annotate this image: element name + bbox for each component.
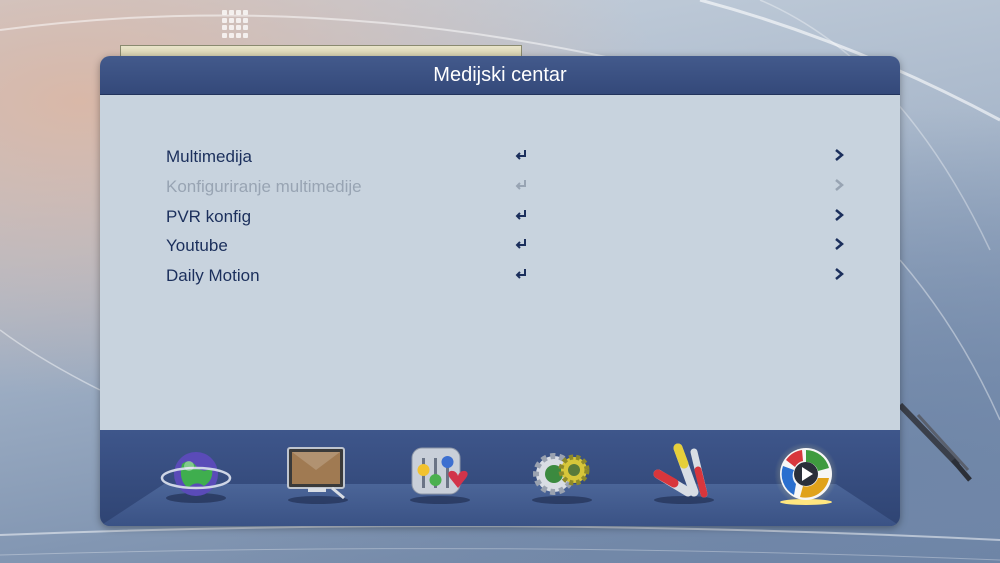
menu-item-label: Multimedija bbox=[166, 147, 252, 166]
chevron-right-icon bbox=[835, 149, 844, 161]
gears-icon bbox=[532, 453, 592, 504]
menu-item-label: Daily Motion bbox=[166, 266, 260, 285]
chevron-right-icon bbox=[835, 268, 844, 280]
category-tv[interactable] bbox=[278, 440, 358, 510]
menu-list: Multimedija Konfiguriranje multimedije P… bbox=[100, 95, 900, 431]
menu-item-pvr-konfig[interactable]: PVR konfig bbox=[100, 202, 900, 232]
media-center-panel: Medijski centar Multimedija Konfiguriran… bbox=[100, 56, 900, 526]
monitor-icon bbox=[287, 447, 348, 504]
menu-item-konfiguriranje-multimedije[interactable]: Konfiguriranje multimedije bbox=[100, 172, 900, 202]
menu-item-label: Youtube bbox=[166, 236, 228, 255]
enter-icon bbox=[515, 150, 526, 160]
category-internet[interactable] bbox=[156, 440, 236, 510]
enter-icon bbox=[515, 239, 526, 249]
category-settings[interactable] bbox=[400, 440, 480, 510]
background-dots-icon bbox=[222, 10, 250, 38]
menu-item-label: PVR konfig bbox=[166, 207, 252, 226]
enter-icon bbox=[515, 210, 526, 220]
settings-sliders-icon bbox=[410, 447, 470, 504]
category-av-connections[interactable] bbox=[644, 440, 724, 510]
category-icon-bar bbox=[100, 430, 900, 526]
enter-icon bbox=[515, 269, 526, 279]
category-system[interactable] bbox=[522, 440, 602, 510]
enter-icon bbox=[515, 180, 526, 190]
globe-icon bbox=[160, 452, 232, 503]
satellite-dish-icon bbox=[898, 402, 972, 482]
category-media-center[interactable] bbox=[766, 440, 846, 510]
chevron-right-icon bbox=[835, 209, 844, 221]
menu-item-daily-motion[interactable]: Daily Motion bbox=[100, 261, 900, 291]
panel-title: Medijski centar bbox=[100, 56, 900, 95]
chevron-right-icon bbox=[835, 238, 844, 250]
av-cables-icon bbox=[653, 443, 714, 504]
menu-item-label: Konfiguriranje multimedije bbox=[166, 177, 362, 196]
menu-item-multimedija[interactable]: Multimedija bbox=[100, 142, 900, 172]
media-play-icon bbox=[780, 448, 832, 505]
chevron-right-icon bbox=[835, 179, 844, 191]
menu-item-youtube[interactable]: Youtube bbox=[100, 231, 900, 261]
